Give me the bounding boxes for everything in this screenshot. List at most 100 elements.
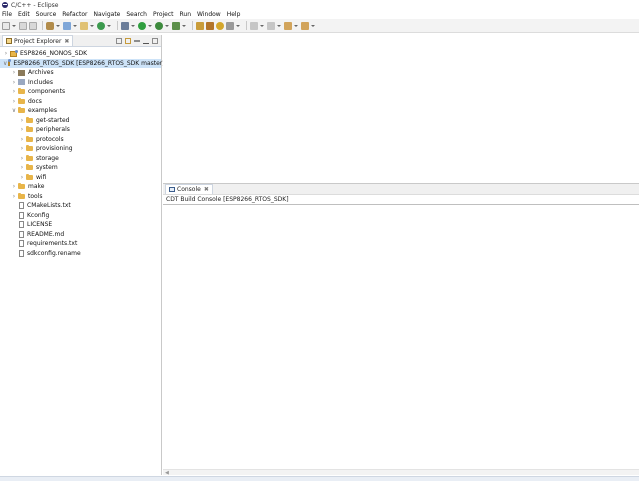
chevron-right-icon[interactable]: › [11,69,17,76]
chevron-down-icon[interactable] [165,24,169,27]
console-output[interactable] [163,206,639,469]
tree-item[interactable]: › get-started [0,116,161,126]
tab-project-explorer[interactable]: Project Explorer ✖ [2,35,74,46]
chevron-down-icon[interactable] [294,24,298,27]
chevron-down-icon[interactable]: ∨ [3,60,7,67]
tree-item[interactable]: › components [0,87,161,97]
tree-item[interactable]: CMakeLists.txt [0,201,161,211]
tree-item[interactable]: › system [0,163,161,173]
menu-run[interactable]: Run [180,11,192,18]
folder-icon [26,173,33,180]
chevron-down-icon[interactable] [131,24,135,27]
search-icon[interactable] [216,21,224,30]
tree-item[interactable]: LICENSE [0,220,161,230]
new-icon[interactable] [2,21,10,30]
tree-item[interactable]: ∨ ESP8266_RTOS_SDK [ESP8266_RTOS_SDK mast… [0,58,165,68]
project-tree: › ESP8266_NONOS_SDK ∨ ESP8266_RTOS_SDK [ESP… [0,47,165,259]
folder-icon [26,126,33,133]
chevron-right-icon[interactable]: › [19,145,25,152]
tree-item[interactable]: › provisioning [0,144,161,154]
tree-item[interactable]: › ESP8266_NONOS_SDK [0,49,161,59]
open-type-icon[interactable] [206,21,214,30]
new-cpp-project-icon[interactable] [63,21,71,30]
menu-edit[interactable]: Edit [18,11,30,18]
tree-item[interactable]: sdkconfig.rename [0,249,161,259]
tab-console[interactable]: Console ✖ [165,184,213,194]
tree-item[interactable]: › protocols [0,135,161,145]
coverage-icon[interactable] [172,21,180,30]
tree-item[interactable]: › Archives [0,68,161,78]
save-icon[interactable] [19,21,27,30]
chevron-right-icon[interactable]: › [19,155,25,162]
chevron-right-icon[interactable]: › [11,98,17,105]
chevron-down-icon[interactable] [260,24,264,27]
menu-navigate[interactable]: Navigate [93,11,120,18]
minimize-icon[interactable] [143,38,149,44]
toggle-mark-icon[interactable] [196,21,204,30]
chevron-down-icon[interactable] [236,24,240,27]
save-all-icon[interactable] [29,21,37,30]
chevron-right-icon[interactable]: › [11,193,17,200]
back-icon[interactable] [284,21,292,30]
menu-window[interactable]: Window [197,11,221,18]
menu-refactor[interactable]: Refactor [62,11,87,18]
menu-project[interactable]: Project [153,11,174,18]
tree-item[interactable]: README.md [0,230,161,240]
tree-item[interactable]: Kconfig [0,211,161,221]
close-icon[interactable]: ✖ [64,38,69,45]
chevron-right-icon[interactable]: › [11,183,17,190]
status-bar [0,476,639,481]
chevron-down-icon[interactable] [182,24,186,27]
close-icon[interactable]: ✖ [204,186,209,193]
debug-icon[interactable] [121,21,129,30]
tree-item[interactable]: ∨ examples [0,106,161,116]
chevron-down-icon[interactable]: ∨ [11,107,17,114]
chevron-down-icon[interactable] [107,24,111,27]
link-with-editor-icon[interactable] [125,37,131,44]
tree-item[interactable]: › storage [0,154,161,164]
tree-item[interactable]: › tools [0,192,161,202]
run-icon[interactable] [138,21,146,30]
forward-icon[interactable] [301,21,309,30]
chevron-down-icon[interactable] [148,24,152,27]
menu-help[interactable]: Help [227,11,241,18]
menu-source[interactable]: Source [36,11,57,18]
tree-item[interactable]: › Includes [0,78,161,88]
tree-item[interactable]: › docs [0,97,161,107]
tree-item[interactable]: › make [0,182,161,192]
new-class-icon[interactable] [97,21,105,30]
chevron-down-icon[interactable] [56,24,60,27]
archives-icon [18,69,25,76]
chevron-down-icon[interactable] [277,24,281,27]
chevron-down-icon[interactable] [90,24,94,27]
chevron-down-icon[interactable] [73,24,77,27]
chevron-right-icon[interactable]: › [3,50,9,57]
open-element-icon[interactable] [226,21,234,30]
build-icon[interactable] [46,21,54,30]
next-annotation-icon[interactable] [250,21,258,30]
maximize-icon[interactable] [152,37,158,44]
chevron-right-icon[interactable]: › [19,136,25,143]
chevron-right-icon[interactable]: › [19,164,25,171]
view-menu-icon[interactable] [134,39,140,42]
chevron-down-icon[interactable] [311,24,315,27]
external-tools-icon[interactable] [155,21,163,30]
prev-annotation-icon[interactable] [267,21,275,30]
chevron-right-icon[interactable]: › [19,117,25,124]
horizontal-scrollbar[interactable]: ◀ [163,469,639,476]
tree-item[interactable]: › wifi [0,173,161,183]
chevron-right-icon[interactable]: › [11,88,17,95]
tree-item[interactable]: requirements.txt [0,239,161,249]
chevron-down-icon[interactable] [12,24,16,27]
tree-item-label: sdkconfig.rename [27,249,81,257]
chevron-right-icon[interactable]: › [19,126,25,133]
menu-search[interactable]: Search [126,11,147,18]
menu-file[interactable]: File [2,11,12,18]
tree-item[interactable]: › peripherals [0,125,161,135]
new-source-folder-icon[interactable] [80,21,88,30]
chevron-right-icon[interactable]: › [11,79,17,86]
editor-area[interactable] [163,35,639,181]
chevron-right-icon[interactable]: › [19,174,25,181]
file-icon [19,202,24,210]
collapse-all-icon[interactable] [116,37,122,44]
